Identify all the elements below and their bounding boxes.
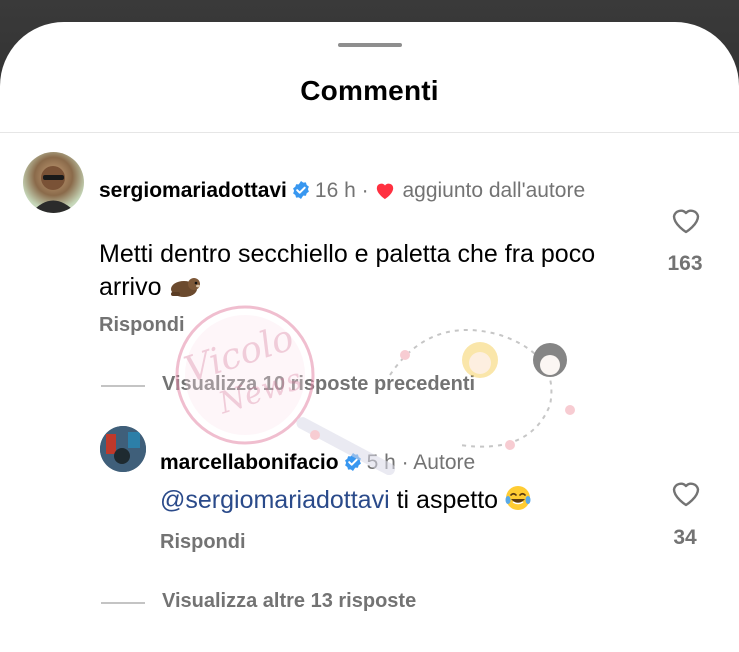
- reply-button[interactable]: Rispondi: [160, 531, 246, 554]
- author-liked-label: aggiunto dall'autore: [402, 179, 586, 202]
- comment-time: 5 h: [366, 451, 396, 474]
- comment-header: marcellabonifacio 5 h · Autore: [160, 448, 475, 481]
- view-previous-replies-button[interactable]: Visualizza 10 risposte precedenti: [162, 373, 475, 396]
- like-count: 34: [673, 526, 697, 549]
- avatar-photo: [31, 166, 76, 213]
- comments-sheet: Commenti: [0, 22, 739, 652]
- comment-text: Metti dentro secchiello e paletta che fr…: [99, 238, 639, 308]
- avatar[interactable]: [23, 152, 84, 213]
- heart-outline-icon[interactable]: [670, 205, 702, 240]
- replies-divider-line: [101, 385, 145, 387]
- comment-time: 16 h: [314, 179, 356, 202]
- sheet-title: Commenti: [300, 75, 439, 106]
- avatar-photo: [100, 426, 146, 472]
- comment-body: ti aspetto: [396, 486, 499, 514]
- comment-username[interactable]: marcellabonifacio: [160, 451, 339, 474]
- comment-text: @sergiomariadottavi ti aspetto: [160, 484, 532, 521]
- verified-badge-icon: [343, 451, 363, 481]
- like-count: 163: [667, 252, 703, 275]
- comment-header: sergiomariadottavi 16 h · aggiunto dall'a…: [99, 176, 619, 209]
- meta-separator: ·: [361, 179, 369, 202]
- author-badge: Autore: [413, 451, 476, 474]
- meta-separator: ·: [401, 451, 409, 474]
- otter-emoji-icon: [168, 275, 202, 308]
- avatar[interactable]: [100, 426, 146, 472]
- reply-button[interactable]: Rispondi: [99, 314, 185, 337]
- heart-filled-icon: [374, 179, 396, 209]
- view-more-replies-button[interactable]: Visualizza altre 13 risposte: [162, 590, 416, 613]
- replies-divider-line: [101, 602, 145, 604]
- header-divider: [0, 132, 739, 133]
- heart-outline-icon[interactable]: [670, 478, 702, 513]
- tears-of-joy-emoji-icon: [504, 484, 532, 521]
- sheet-grabber-handle[interactable]: [338, 43, 402, 47]
- mention-link[interactable]: @sergiomariadottavi: [160, 486, 390, 514]
- comment-username[interactable]: sergiomariadottavi: [99, 179, 287, 202]
- verified-badge-icon: [291, 179, 311, 209]
